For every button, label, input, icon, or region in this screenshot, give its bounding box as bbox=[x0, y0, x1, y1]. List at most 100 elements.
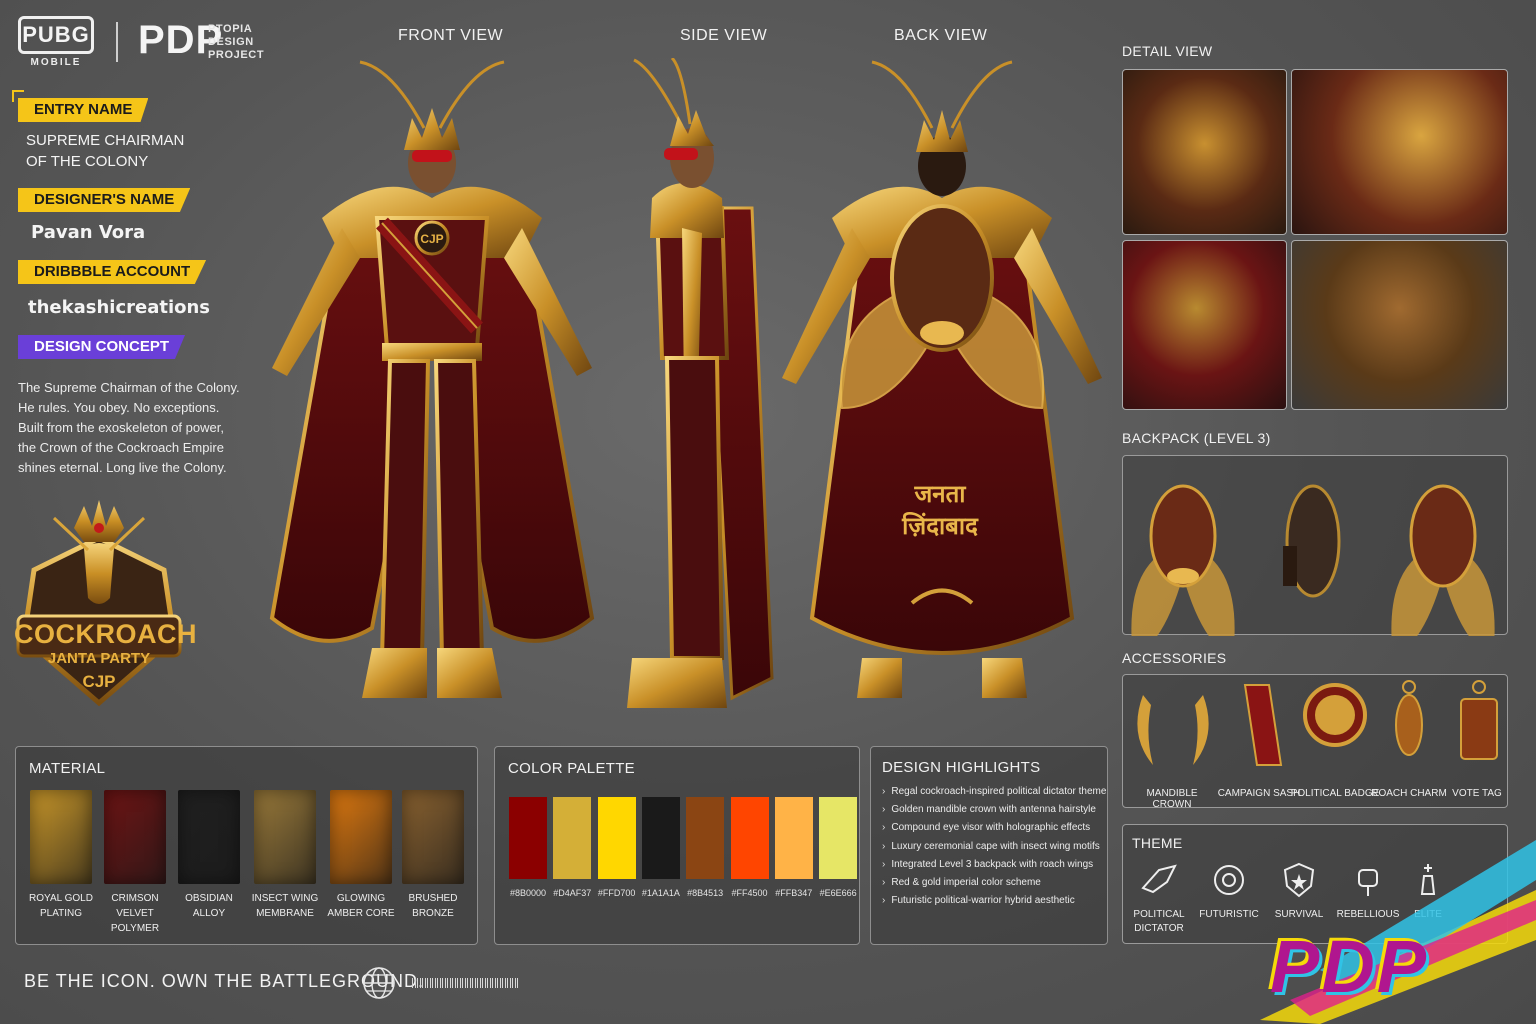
palette-hex-label: #E6E666 bbox=[819, 888, 857, 898]
back-view-label: BACK VIEW bbox=[894, 27, 988, 44]
palette-hex-label: #D4AF37 bbox=[553, 888, 592, 898]
entry-name-line: OF THE COLONY bbox=[26, 153, 149, 170]
pdp-logo-subtitle: PTOPIA DESIGN PROJECT bbox=[208, 23, 264, 62]
palette-hex-label: #FFB347 bbox=[775, 888, 813, 898]
material-label: BRUSHED BRONZE bbox=[391, 891, 475, 921]
material-label: OBSIDIAN ALLOY bbox=[167, 891, 251, 921]
globe-icon bbox=[363, 967, 395, 999]
backpack-panel bbox=[1122, 455, 1508, 656]
campaign-sash-icon bbox=[1243, 684, 1283, 766]
material-label: ROYAL GOLD PLATING bbox=[19, 891, 103, 921]
dribbble-account-tag: DRIBBBLE ACCOUNT bbox=[18, 260, 207, 284]
accessory-label: VOTE TAG bbox=[1452, 788, 1502, 799]
mandible-crown-icon bbox=[1137, 695, 1209, 765]
material-swatch bbox=[330, 790, 392, 884]
design-concept-text: The Supreme Chairman of the Colony. He r… bbox=[18, 380, 240, 475]
accessory-label: MANDIBLE CROWN bbox=[1146, 788, 1198, 810]
palette-swatch bbox=[509, 797, 547, 879]
highlight-item: Futuristic political-warrior hybrid aest… bbox=[882, 895, 1106, 913]
pdp-sub-line: PTOPIA bbox=[208, 23, 253, 35]
megaphone-icon bbox=[1141, 864, 1177, 894]
entry-name-value: SUPREME CHAIRMAN OF THE COLONY bbox=[26, 130, 184, 172]
logo-divider bbox=[116, 22, 118, 62]
detail-tile-shoulder bbox=[1291, 69, 1508, 235]
front-view-label: FRONT VIEW bbox=[398, 27, 504, 44]
backpack-title: BACKPACK (LEVEL 3) bbox=[1122, 430, 1271, 446]
palette-swatch bbox=[774, 797, 813, 879]
palette-swatch bbox=[597, 797, 636, 879]
political-badge-icon bbox=[1303, 683, 1367, 747]
accessories-panel: MANDIBLE CROWN CAMPAIGN SASH POLITICAL B… bbox=[1122, 674, 1508, 810]
palette-hex-label: #8B4513 bbox=[687, 888, 724, 898]
palette-hex-label: #FF4500 bbox=[731, 888, 768, 898]
material-label: INSECT WING MEMBRANE bbox=[243, 891, 327, 921]
cape-slogan: जनता ज़िंदाबाद bbox=[880, 478, 1000, 542]
barcode-icon bbox=[412, 978, 520, 988]
accessories-title: ACCESSORIES bbox=[1122, 650, 1227, 666]
material-label-line: ROYAL GOLD bbox=[29, 893, 93, 904]
roach-charm-icon bbox=[1395, 680, 1423, 756]
detail-view-title: DETAIL VIEW bbox=[1122, 43, 1213, 59]
entry-name-line: SUPREME CHAIRMAN bbox=[26, 132, 185, 149]
palette-swatch bbox=[819, 797, 858, 879]
designer-name-tag: DESIGNER'S NAME bbox=[18, 188, 191, 212]
detail-tile-crown bbox=[1122, 69, 1287, 235]
design-concept-tag: DESIGN CONCEPT bbox=[18, 335, 186, 359]
material-label-line: PLATING bbox=[39, 908, 83, 919]
palette-swatch bbox=[641, 797, 680, 879]
palette-swatch bbox=[553, 797, 592, 879]
back-view-figure bbox=[782, 60, 1102, 698]
highlight-item: Compound eye visor with holographic effe… bbox=[882, 822, 1106, 840]
pdp-sub-line: DESIGN bbox=[208, 36, 254, 48]
highlight-item: Golden mandible crown with antenna hairs… bbox=[882, 804, 1106, 822]
design-highlights-list: Regal cockroach-inspired political dicta… bbox=[882, 786, 1106, 913]
material-swatch bbox=[254, 790, 316, 884]
pubg-logo-text: PUBG bbox=[18, 16, 94, 54]
pubg-mobile-logo: PUBG MOBILE bbox=[18, 16, 94, 68]
detail-tile-sash bbox=[1122, 240, 1287, 410]
side-view-figure bbox=[627, 58, 774, 708]
material-swatch bbox=[178, 790, 240, 884]
emblem-line-cjp: CJP bbox=[82, 672, 116, 691]
highlight-item: Red & gold imperial color scheme bbox=[882, 877, 1106, 895]
accessories-icons bbox=[1137, 680, 1498, 766]
material-swatch bbox=[402, 790, 464, 884]
theme-title: THEME bbox=[1132, 835, 1183, 851]
highlight-item: Luxury ceremonial cape with insect wing … bbox=[882, 841, 1106, 859]
material-label-line: MEMBRANE bbox=[256, 908, 314, 919]
emblem-line-cockroach: COCKROACH bbox=[14, 619, 197, 649]
backpack-views bbox=[1131, 484, 1495, 656]
cape-slogan-line: जनता bbox=[914, 480, 966, 508]
material-label-line: OBSIDIAN bbox=[185, 893, 233, 904]
material-label: CRIMSON VELVET POLYMER bbox=[93, 891, 177, 936]
pdp-brand-mark: PDP bbox=[1270, 925, 1429, 1008]
design-highlights-title: DESIGN HIGHLIGHTS bbox=[882, 759, 1041, 776]
highlight-item: Integrated Level 3 backpack with roach w… bbox=[882, 859, 1106, 877]
chest-badge-text: CJP bbox=[420, 232, 443, 246]
theme-label: POLITICAL DICTATOR bbox=[1133, 909, 1185, 934]
side-view-label: SIDE VIEW bbox=[680, 27, 768, 44]
detail-tile-backpack bbox=[1291, 240, 1508, 410]
dribbble-account-value: thekashicreations bbox=[28, 297, 211, 318]
palette-hex-label: #FFD700 bbox=[597, 888, 636, 898]
color-palette-title: COLOR PALETTE bbox=[508, 760, 635, 777]
vote-tag-icon bbox=[1460, 680, 1498, 760]
backpack-back bbox=[1391, 484, 1495, 656]
material-title: MATERIAL bbox=[29, 760, 106, 777]
material-label-line: BRONZE bbox=[412, 908, 454, 919]
material-swatch bbox=[104, 790, 166, 884]
material-label-line: INSECT WING bbox=[251, 893, 319, 904]
cape-slogan-line: ज़िंदाबाद bbox=[902, 512, 978, 540]
material-label-line: POLYMER bbox=[110, 923, 160, 934]
entry-name-tag: ENTRY NAME bbox=[18, 98, 149, 122]
theme-political-dictator: POLITICAL DICTATOR bbox=[1126, 862, 1192, 936]
palette-hex-label: #8B0000 bbox=[509, 888, 547, 898]
highlight-item: Regal cockroach-inspired political dicta… bbox=[882, 786, 1106, 804]
palette-swatch bbox=[686, 797, 725, 879]
emblem-line-janta-party: JANTA PARTY bbox=[47, 650, 151, 667]
designer-name-value: Pavan Vora bbox=[31, 222, 146, 243]
material-label-line: ALLOY bbox=[192, 908, 226, 919]
backpack-front bbox=[1131, 484, 1235, 656]
material-label-line: CRIMSON VELVET bbox=[111, 893, 159, 919]
backpack-side bbox=[1283, 484, 1341, 598]
